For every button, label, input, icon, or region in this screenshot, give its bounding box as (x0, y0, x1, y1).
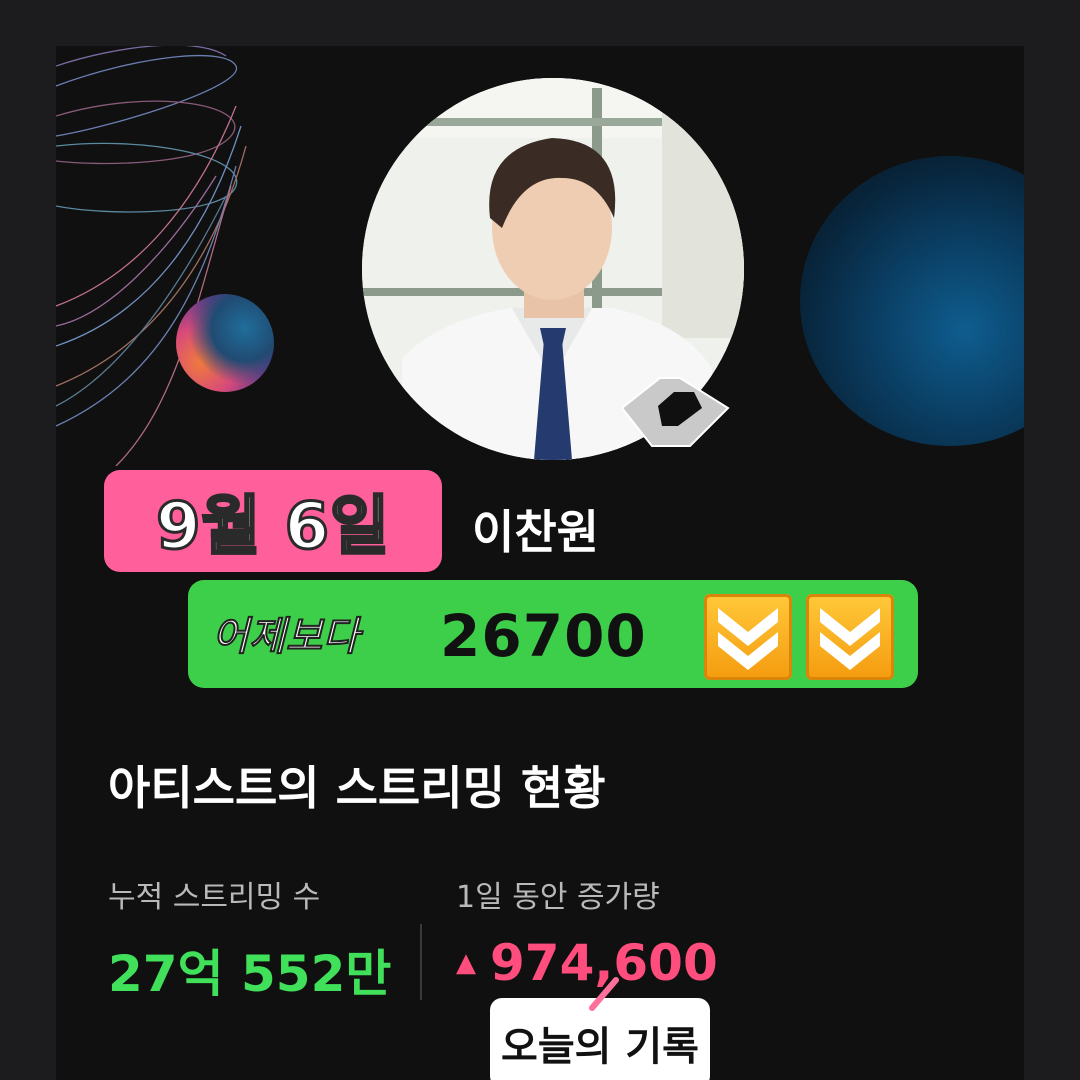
decorative-glow (800, 156, 1024, 446)
date-text: 9월 6일 (154, 489, 391, 566)
decorative-line-art (56, 46, 247, 466)
artist-name: 이찬원 (472, 505, 599, 559)
double-down-arrow-icon (806, 594, 894, 680)
compare-value: 26700 (440, 602, 647, 670)
brand-logo-icon (622, 377, 730, 447)
section-title: 아티스트의 스트리밍 현황 (108, 761, 606, 815)
stat-divider (420, 924, 422, 1000)
cumulative-label: 누적 스트리밍 수 (108, 880, 321, 915)
record-text: 오늘의 기록 (501, 1024, 699, 1070)
streaming-card: 9월 6일 이찬원 어제보다 26700 아티스트의 스트리밍 현황 누적 스트… (56, 46, 1024, 1080)
cumulative-value: 27억 552만 (108, 945, 392, 1003)
highlight-stroke-icon (589, 977, 619, 1011)
increase-label: 1일 동안 증가량 (456, 880, 660, 915)
decorative-orb (176, 294, 274, 392)
date-badge: 9월 6일 (104, 470, 442, 572)
up-triangle-icon: ▲ (456, 948, 476, 978)
compare-label: 어제보다 (211, 613, 360, 661)
daily-change-badge: 어제보다 26700 (188, 580, 918, 688)
double-down-arrow-icon (704, 594, 792, 680)
